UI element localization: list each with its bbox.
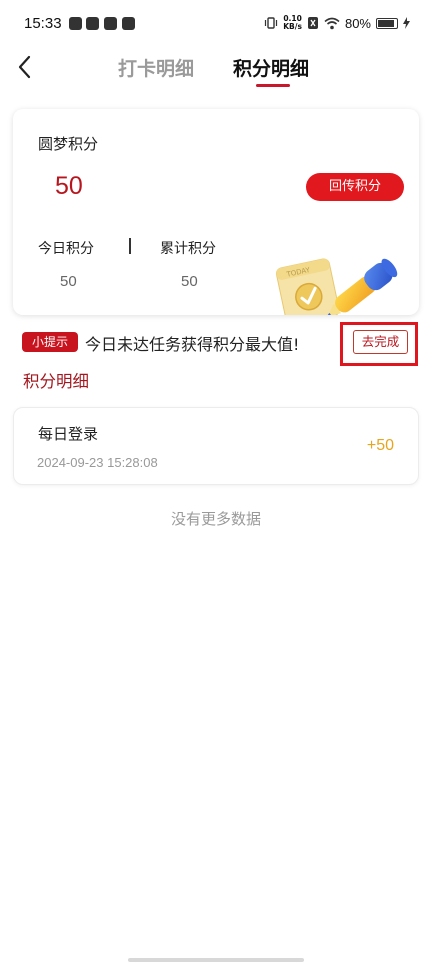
active-tab-indicator [256, 84, 290, 87]
stat-divider [129, 238, 131, 254]
points-card-title: 圆梦积分 [38, 135, 99, 153]
header: 打卡明细 积分明细 [0, 50, 432, 90]
notification-app-icon [86, 17, 99, 30]
sim-icon [307, 17, 318, 29]
points-balance: 50 [55, 172, 83, 200]
go-complete-button[interactable]: 去完成 [353, 330, 408, 354]
total-points-label: 累计积分 [160, 241, 216, 257]
status-right-group: 0.10 KB/s 80% [264, 15, 410, 31]
battery-percent: 80% [344, 15, 371, 31]
tip-badge: 小提示 [22, 332, 78, 352]
back-arrow-icon[interactable] [14, 54, 36, 80]
status-time: 15:33 [24, 15, 62, 32]
battery-icon [376, 17, 398, 29]
calendar-marker-illustration: TODAY [275, 258, 398, 315]
record-time: 2024-09-23 15:28:08 [37, 455, 158, 470]
points-record-item: 每日登录 2024-09-23 15:28:08 +50 [13, 407, 419, 485]
today-points-label: 今日积分 [38, 241, 94, 257]
notification-app-icon [122, 17, 135, 30]
record-title: 每日登录 [38, 425, 99, 443]
tab-checkin-details[interactable]: 打卡明细 [118, 54, 194, 81]
section-title: 积分明细 [23, 372, 89, 391]
network-speed: 0.10 KB/s [283, 15, 302, 31]
vibrate-icon [265, 17, 278, 29]
tab-points-details[interactable]: 积分明细 [233, 54, 309, 81]
record-points: +50 [366, 437, 394, 454]
upload-points-button[interactable]: 回传积分 [306, 173, 404, 201]
total-points-value: 50 [181, 273, 198, 290]
no-more-data-text: 没有更多数据 [170, 510, 261, 528]
home-indicator[interactable] [128, 958, 304, 962]
notification-app-icon [69, 17, 82, 30]
charging-icon [403, 17, 410, 29]
tip-text: 今日未达任务获得积分最大值! [85, 335, 300, 354]
battery-fill [378, 19, 394, 27]
points-summary-card: 圆梦积分 50 回传积分 今日积分 累计积分 50 50 TODAY [13, 109, 419, 315]
tiktok-icon [104, 17, 117, 30]
network-speed-unit: KB/s [283, 22, 302, 31]
app-screen: 15:33 0.10 KB/s 80% 打卡明细 积分明细 圆梦积分 50 回传… [0, 0, 432, 964]
today-points-value: 50 [60, 273, 77, 290]
status-bar: 15:33 0.10 KB/s 80% [0, 0, 432, 50]
wifi-icon [324, 17, 340, 29]
